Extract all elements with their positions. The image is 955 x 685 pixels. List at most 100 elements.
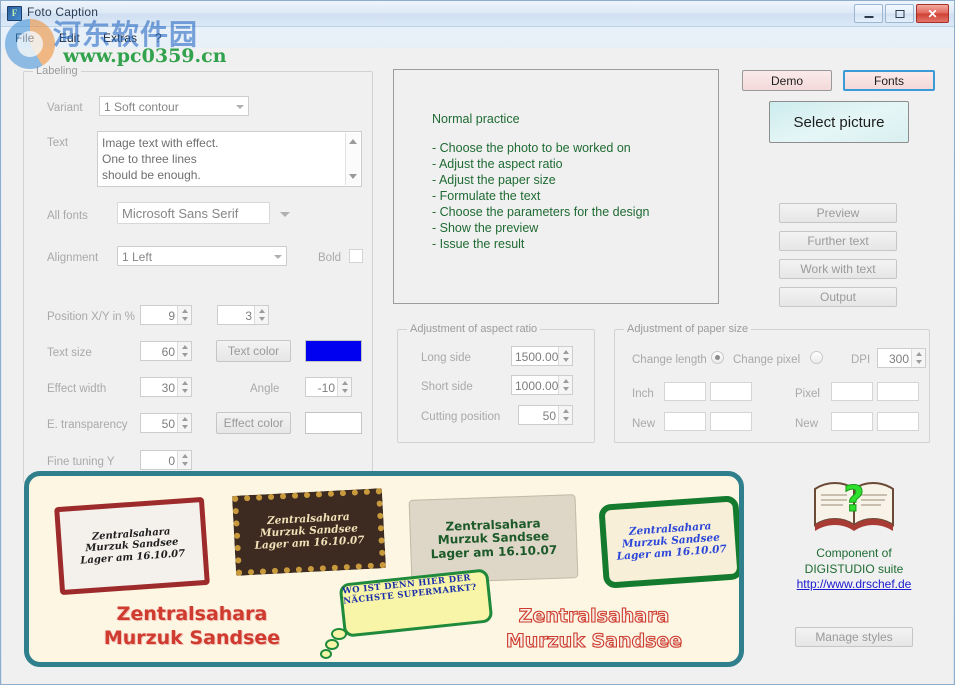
big-title-line: Murzuk Sandsee bbox=[505, 629, 683, 652]
paper-size-group: Adjustment of paper size Change length C… bbox=[614, 323, 930, 443]
output-button-label: Output bbox=[819, 290, 857, 304]
labeling-group: Labeling Variant 1 Soft contour Text Ima… bbox=[23, 65, 373, 483]
close-button[interactable]: ✕ bbox=[916, 4, 949, 23]
spinner-buttons[interactable] bbox=[558, 376, 572, 394]
menu-extras[interactable]: Extras bbox=[97, 30, 143, 46]
alignment-label: Alignment bbox=[47, 252, 99, 264]
text-size-value: 60 bbox=[161, 345, 175, 359]
dpi-stepper[interactable]: 300 bbox=[877, 348, 926, 368]
effect-width-stepper[interactable]: 30 bbox=[140, 377, 192, 397]
inch-height-field[interactable] bbox=[710, 382, 752, 401]
scroll-down-icon[interactable] bbox=[349, 174, 357, 179]
drschef-link[interactable]: http://www.drschef.de bbox=[764, 577, 944, 591]
variant-dropdown[interactable]: 1 Soft contour bbox=[99, 96, 249, 116]
close-icon: ✕ bbox=[927, 6, 938, 21]
angle-stepper[interactable]: -10 bbox=[305, 377, 352, 397]
client-area: Labeling Variant 1 Soft contour Text Ima… bbox=[2, 48, 953, 684]
menu-help[interactable]: ? bbox=[149, 30, 168, 46]
spinner-buttons[interactable] bbox=[177, 451, 191, 469]
instruction-step: - Adjust the paper size bbox=[432, 173, 556, 187]
position-x-value: 9 bbox=[168, 309, 175, 323]
output-button[interactable]: Output bbox=[779, 287, 897, 307]
pixel-height-field[interactable] bbox=[877, 382, 919, 401]
menu-edit[interactable]: Edit bbox=[53, 30, 86, 46]
pixel-width-field[interactable] bbox=[831, 382, 873, 401]
transparency-stepper[interactable]: 50 bbox=[140, 413, 192, 433]
all-fonts-value: Microsoft Sans Serif bbox=[122, 206, 239, 221]
demo-button[interactable]: Demo bbox=[742, 70, 832, 91]
text-scrollbar[interactable] bbox=[345, 133, 360, 185]
spinner-buttons[interactable] bbox=[254, 306, 268, 324]
pixel-new-height-field[interactable] bbox=[877, 412, 919, 431]
instruction-step: - Adjust the aspect ratio bbox=[432, 157, 563, 171]
select-picture-button[interactable]: Select picture bbox=[769, 101, 909, 143]
inch-new-height-field[interactable] bbox=[710, 412, 752, 431]
inch-new-width-field[interactable] bbox=[664, 412, 706, 431]
position-x-stepper[interactable]: 9 bbox=[140, 305, 192, 325]
cutting-position-value: 50 bbox=[542, 409, 556, 423]
text-color-swatch[interactable] bbox=[305, 340, 362, 362]
effect-color-swatch[interactable] bbox=[305, 412, 362, 434]
menu-file[interactable]: File bbox=[9, 30, 40, 46]
maximize-button[interactable] bbox=[885, 4, 914, 23]
change-length-label: Change length bbox=[632, 354, 707, 366]
menu-bar: File Edit Extras ? bbox=[1, 28, 954, 48]
bold-label: Bold bbox=[318, 252, 342, 264]
spinner-buttons[interactable] bbox=[177, 306, 191, 324]
short-side-label: Short side bbox=[421, 381, 473, 393]
manage-styles-button[interactable]: Manage styles bbox=[795, 627, 913, 647]
text-color-button-label: Text color bbox=[227, 344, 280, 358]
effect-width-value: 30 bbox=[161, 381, 175, 395]
big-title-line: Zentralsahara bbox=[518, 604, 670, 627]
spinner-buttons[interactable] bbox=[911, 349, 925, 367]
card-line: Lager am 16.10.07 bbox=[430, 542, 558, 561]
text-color-button[interactable]: Text color bbox=[216, 340, 291, 362]
spinner-buttons[interactable] bbox=[177, 342, 191, 360]
select-picture-label: Select picture bbox=[793, 113, 885, 131]
spinner-buttons[interactable] bbox=[558, 347, 572, 365]
text-input[interactable]: Image text with effect. One to three lin… bbox=[97, 131, 362, 187]
fonts-button[interactable]: Fonts bbox=[843, 70, 935, 91]
info-line-1: Component of bbox=[816, 546, 892, 560]
application-window: F Foto Caption ✕ File Edit Extras ? Labe… bbox=[0, 0, 955, 685]
change-pixel-radio[interactable] bbox=[810, 351, 823, 364]
long-side-stepper[interactable]: 1500.00 bbox=[511, 346, 573, 366]
further-text-button[interactable]: Further text bbox=[779, 231, 897, 251]
fine-tuning-stepper[interactable]: 0 bbox=[140, 450, 192, 470]
inch-label: Inch bbox=[632, 388, 654, 400]
book-question-icon: ? bbox=[809, 473, 899, 535]
change-length-radio[interactable] bbox=[711, 351, 724, 364]
text-size-stepper[interactable]: 60 bbox=[140, 341, 192, 361]
preview-button[interactable]: Preview bbox=[779, 203, 897, 223]
work-with-text-button[interactable]: Work with text bbox=[779, 259, 897, 279]
aspect-group-title: Adjustment of aspect ratio bbox=[407, 323, 541, 335]
angle-label: Angle bbox=[250, 383, 280, 395]
gallery-card-torn-paper: Zentralsahara Murzuk Sandsee Lager am 16… bbox=[409, 495, 578, 583]
all-fonts-chevron-down-icon[interactable] bbox=[280, 212, 290, 217]
gallery-card-green-frame: Zentralsahara Murzuk Sandsee Lager am 16… bbox=[598, 495, 739, 589]
bold-checkbox[interactable] bbox=[349, 249, 363, 263]
alignment-dropdown[interactable]: 1 Left bbox=[117, 246, 287, 266]
gallery-card-stamp: Zentralsahara Murzuk Sandsee Lager am 16… bbox=[232, 488, 386, 576]
spinner-buttons[interactable] bbox=[177, 414, 191, 432]
minimize-button[interactable] bbox=[854, 4, 883, 23]
dpi-label: DPI bbox=[851, 354, 871, 366]
spinner-buttons[interactable] bbox=[558, 406, 572, 424]
effect-color-button[interactable]: Effect color bbox=[216, 412, 291, 434]
scroll-up-icon[interactable] bbox=[349, 139, 357, 144]
transparency-value: 50 bbox=[161, 417, 175, 431]
all-fonts-dropdown[interactable]: Microsoft Sans Serif bbox=[117, 202, 270, 224]
instruction-step: - Issue the result bbox=[432, 237, 525, 251]
position-y-stepper[interactable]: 3 bbox=[217, 305, 269, 325]
pixel-new-width-field[interactable] bbox=[831, 412, 873, 431]
inch-new-label: New bbox=[632, 418, 656, 430]
paper-group-title: Adjustment of paper size bbox=[624, 323, 752, 335]
short-side-stepper[interactable]: 1000.00 bbox=[511, 375, 573, 395]
spinner-buttons[interactable] bbox=[177, 378, 191, 396]
inch-width-field[interactable] bbox=[664, 382, 706, 401]
spinner-buttons[interactable] bbox=[337, 378, 351, 396]
cutting-position-stepper[interactable]: 50 bbox=[518, 405, 573, 425]
text-label: Text bbox=[47, 137, 69, 149]
bubble-tail-dot bbox=[320, 649, 332, 659]
pixel-label: Pixel bbox=[795, 388, 820, 400]
